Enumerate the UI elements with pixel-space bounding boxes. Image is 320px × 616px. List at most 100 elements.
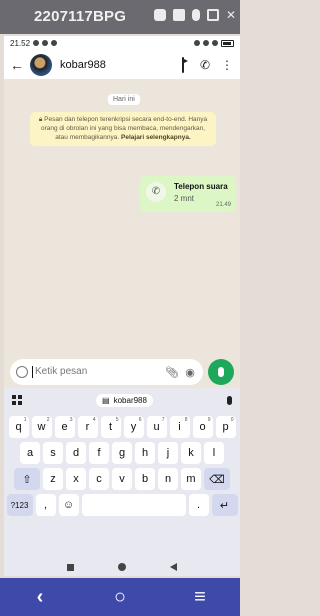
key-g[interactable]: g <box>112 442 132 464</box>
key-l[interactable]: l <box>204 442 224 464</box>
backspace-key[interactable]: ⌫ <box>204 468 230 490</box>
wifi-icon <box>212 40 218 46</box>
key-m[interactable]: m <box>181 468 201 490</box>
shift-key[interactable]: ⇧ <box>14 468 40 490</box>
key-r[interactable]: r4 <box>77 416 98 438</box>
key-f[interactable]: f <box>89 442 109 464</box>
key-hint-9: 9 <box>207 417 211 423</box>
avatar[interactable] <box>30 53 52 76</box>
period-key[interactable]: . <box>188 494 209 516</box>
android-nav-bar <box>4 558 240 576</box>
key-j[interactable]: j <box>158 442 178 464</box>
key-row-4: ?123 , ☺ . ↵ <box>4 494 240 516</box>
voice-call-button[interactable]: ✆ <box>198 58 212 72</box>
key-hint-7: 7 <box>161 417 165 423</box>
key-q[interactable]: q1 <box>8 416 29 438</box>
key-hint-1: 1 <box>23 417 27 423</box>
recents-icon[interactable] <box>67 563 74 571</box>
key-z[interactable]: z <box>43 468 63 490</box>
more-options-button[interactable]: ⋮ <box>220 58 234 72</box>
key-a[interactable]: a <box>20 442 40 464</box>
message-composer: Ketik pesan 📎︎ ◉ <box>4 356 240 388</box>
back-icon[interactable] <box>170 563 177 571</box>
emoji-icon[interactable] <box>16 366 28 378</box>
symbols-key[interactable]: ?123 <box>6 494 33 516</box>
comma-key[interactable]: , <box>35 494 56 516</box>
apps-grid-icon[interactable] <box>12 395 22 405</box>
key-hint-0: 0 <box>230 417 234 423</box>
mic-icon <box>218 367 224 377</box>
camera-icon[interactable] <box>154 9 166 21</box>
notification-icon <box>33 40 40 46</box>
chat-area: Hari ini 🔒︎ Pesan dan telepon terenkrips… <box>4 80 240 398</box>
key-u[interactable]: u7 <box>146 416 167 438</box>
key-hint-6: 6 <box>138 417 142 423</box>
emulator-nav: ‹ ○ ≡ <box>0 578 240 616</box>
call-title: Telepon suara <box>174 182 228 191</box>
key-p[interactable]: p0 <box>215 416 236 438</box>
clipboard-suggestion[interactable]: ▤ kobar988 <box>96 393 153 407</box>
attachment-icon[interactable]: 📎︎ <box>165 366 179 379</box>
message-input-container: Ketik pesan 📎︎ ◉ <box>10 359 203 385</box>
video-icon[interactable] <box>173 9 185 21</box>
emulator-back-icon[interactable]: ‹ <box>20 586 60 609</box>
voice-message-button[interactable] <box>208 359 234 385</box>
home-icon[interactable] <box>118 563 126 571</box>
emulator-title: 2207117BPG <box>34 8 127 25</box>
back-arrow-icon[interactable]: ← <box>10 57 24 73</box>
camera-icon[interactable]: ◉ <box>183 366 197 379</box>
contact-name[interactable]: kobar988 <box>60 59 168 71</box>
key-d[interactable]: d <box>66 442 86 464</box>
key-hint-2: 2 <box>46 417 50 423</box>
lock-icon: 🔒︎ <box>38 116 43 123</box>
key-i[interactable]: i8 <box>169 416 190 438</box>
emulator-home-icon[interactable]: ○ <box>100 586 140 609</box>
key-hint-4: 4 <box>92 417 96 423</box>
emulator-menu-icon[interactable]: ≡ <box>180 586 220 609</box>
emulator-toolbar: 2207117BPG ✕ <box>0 0 240 34</box>
keyboard: ▤ kobar988 q1w2e3r4t5y6u7i8o9p0 asdfghjk… <box>4 388 240 566</box>
signal-icon <box>203 40 209 46</box>
emoji-key[interactable]: ☺ <box>58 494 79 516</box>
close-icon[interactable]: ✕ <box>226 9 236 21</box>
key-n[interactable]: n <box>158 468 178 490</box>
key-w[interactable]: w2 <box>31 416 52 438</box>
phone-call-icon: ✆ <box>146 182 166 202</box>
key-o[interactable]: o9 <box>192 416 213 438</box>
message-input[interactable]: Ketik pesan <box>32 366 161 378</box>
key-row-3: ⇧ zxcvbnm ⌫ <box>4 468 240 490</box>
key-k[interactable]: k <box>181 442 201 464</box>
key-t[interactable]: t5 <box>100 416 121 438</box>
key-hint-8: 8 <box>184 417 188 423</box>
message-time: 21.49 <box>215 202 231 208</box>
status-bar: 21.52 <box>4 36 240 50</box>
key-x[interactable]: x <box>66 468 86 490</box>
phone-screen: 21.52 ← kobar988 ✆ ⋮ Hari ini 🔒︎ Pesan d… <box>4 36 240 576</box>
space-key[interactable] <box>81 494 186 516</box>
key-s[interactable]: s <box>43 442 63 464</box>
alarm-icon <box>42 40 49 46</box>
voice-call-message[interactable]: ✆ Telepon suara 2 mnt 21.49 <box>140 176 236 212</box>
key-b[interactable]: b <box>135 468 155 490</box>
encryption-notice[interactable]: 🔒︎ Pesan dan telepon terenkripsi secara … <box>30 112 216 147</box>
keyboard-toolbar: ▤ kobar988 <box>4 388 240 412</box>
app-notification-icon <box>51 40 58 46</box>
key-hint-3: 3 <box>69 417 73 423</box>
key-y[interactable]: y6 <box>123 416 144 438</box>
bluetooth-icon <box>194 40 200 46</box>
video-call-button[interactable] <box>176 56 190 73</box>
key-h[interactable]: h <box>135 442 155 464</box>
key-e[interactable]: e3 <box>54 416 75 438</box>
chat-header: ← kobar988 ✆ ⋮ <box>4 50 240 80</box>
key-hint-5: 5 <box>115 417 119 423</box>
learn-more-link[interactable]: Pelajari selengkapnya. <box>121 134 191 141</box>
enter-key[interactable]: ↵ <box>211 494 238 516</box>
key-v[interactable]: v <box>112 468 132 490</box>
mic-icon[interactable] <box>192 9 200 21</box>
clipboard-text: kobar988 <box>113 395 147 405</box>
key-c[interactable]: c <box>89 468 109 490</box>
expand-icon[interactable] <box>207 9 219 21</box>
emulator-controls: ✕ <box>154 9 236 21</box>
keyboard-mic-icon[interactable] <box>226 395 232 405</box>
key-row-1: q1w2e3r4t5y6u7i8o9p0 <box>4 416 240 438</box>
